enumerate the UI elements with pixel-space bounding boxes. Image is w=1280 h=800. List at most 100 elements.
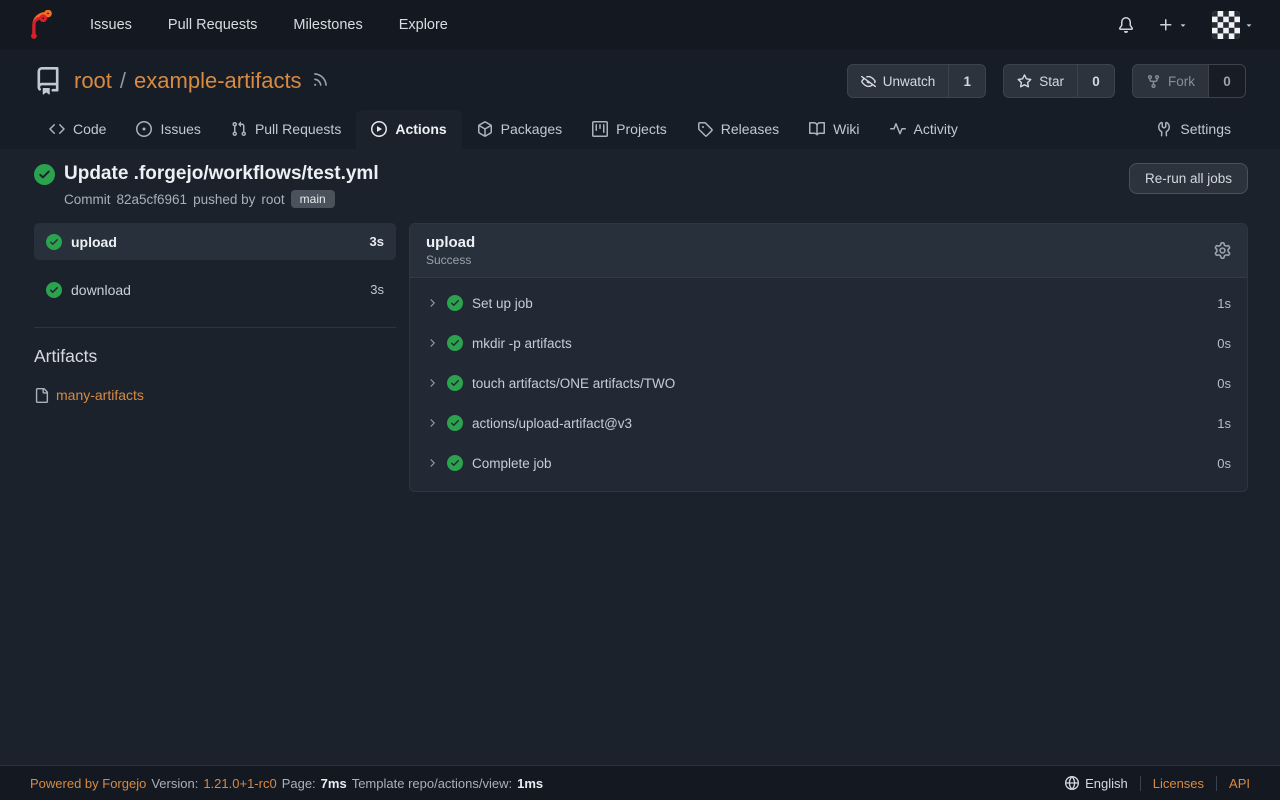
rerun-all-jobs-button[interactable]: Re-run all jobs [1129,163,1248,194]
success-check-icon [447,455,463,471]
project-icon [592,121,608,137]
step-row[interactable]: mkdir -p artifacts 0s [410,323,1247,363]
pulse-icon [890,121,906,137]
repo-title: root / example-artifacts [74,68,302,94]
nav-item-issues[interactable]: Issues [90,17,132,33]
success-check-icon [447,335,463,351]
tools-icon [1156,121,1172,137]
tab-issues[interactable]: Issues [121,110,215,149]
book-icon [809,121,825,137]
repo-owner-link[interactable]: root [74,68,112,94]
create-menu-button[interactable] [1158,17,1188,33]
top-navbar: Issues Pull Requests Milestones Explore [0,0,1280,50]
tab-code[interactable]: Code [34,110,121,149]
fork-button[interactable]: Fork [1133,65,1208,97]
log-settings-button[interactable] [1214,242,1231,259]
job-duration: 3s [370,234,384,249]
step-row[interactable]: touch artifacts/ONE artifacts/TWO 0s [410,363,1247,403]
forks-count[interactable]: 0 [1208,65,1245,97]
chevron-right-icon [426,297,438,309]
play-circle-icon [371,121,387,137]
chevron-right-icon [426,377,438,389]
tab-wiki[interactable]: Wiki [794,110,874,149]
job-detail-header: upload Success [410,224,1247,278]
repo-header: root / example-artifacts Unwatch 1 Star [0,50,1280,149]
success-check-icon [34,164,55,185]
language-menu[interactable]: English [1053,776,1140,791]
tab-releases[interactable]: Releases [682,110,794,149]
commit-sha-link[interactable]: 82a5cf6961 [117,192,188,207]
nav-links: Issues Pull Requests Milestones Explore [90,17,448,33]
issue-opened-icon [136,121,152,137]
stars-count[interactable]: 0 [1077,65,1114,97]
success-check-icon [46,282,62,298]
step-row[interactable]: Set up job 1s [410,283,1247,323]
watch-button-group: Unwatch 1 [847,64,987,98]
api-link[interactable]: API [1216,776,1250,791]
job-duration: 3s [370,282,384,297]
package-icon [477,121,493,137]
step-duration: 0s [1217,376,1231,391]
tab-settings[interactable]: Settings [1141,110,1246,149]
chevron-down-icon [1178,20,1188,30]
eye-slash-icon [861,74,876,89]
tab-activity[interactable]: Activity [875,110,973,149]
repo-name-link[interactable]: example-artifacts [134,68,302,94]
star-button[interactable]: Star [1004,65,1077,97]
artifact-item: many-artifacts [34,387,396,403]
user-menu-button[interactable] [1212,11,1254,39]
step-duration: 0s [1217,336,1231,351]
success-check-icon [447,375,463,391]
tab-packages[interactable]: Packages [462,110,577,149]
nav-item-explore[interactable]: Explore [399,17,448,33]
run-header: Update .forgejo/workflows/test.yml Commi… [34,163,1248,208]
artifact-download-link[interactable]: many-artifacts [56,387,144,403]
tab-pull-requests[interactable]: Pull Requests [216,110,356,149]
fork-button-group: Fork 0 [1132,64,1246,98]
git-pull-request-icon [231,121,247,137]
sidebar-divider [34,327,396,328]
file-icon [34,388,49,403]
forgejo-actions-page: Issues Pull Requests Milestones Explore … [0,0,1280,800]
branch-badge[interactable]: main [291,190,335,208]
bell-icon [1118,17,1134,33]
repo-title-row: root / example-artifacts Unwatch 1 Star [34,64,1246,98]
gear-icon [1214,242,1231,259]
chevron-down-icon [1244,20,1254,30]
licenses-link[interactable]: Licenses [1140,776,1216,791]
step-row[interactable]: actions/upload-artifact@v3 1s [410,403,1247,443]
success-check-icon [447,415,463,431]
author-link[interactable]: root [261,192,284,207]
step-duration: 1s [1217,296,1231,311]
step-row[interactable]: Complete job 0s [410,443,1247,483]
repo-separator: / [120,68,126,94]
job-item-download[interactable]: download 3s [34,271,396,308]
nav-item-pull-requests[interactable]: Pull Requests [168,17,257,33]
unwatch-button[interactable]: Unwatch [848,65,949,97]
chevron-right-icon [426,457,438,469]
job-detail-panel: upload Success Set up job 1s [409,223,1248,492]
tab-projects[interactable]: Projects [577,110,682,149]
plus-icon [1158,17,1174,33]
job-status: Success [426,253,475,267]
template-render-time: 1ms [517,776,543,791]
rss-feed-button[interactable] [302,71,329,91]
watchers-count[interactable]: 1 [948,65,985,97]
page-footer: Powered by Forgejo Version: 1.21.0+1-rc0… [0,765,1280,800]
version-link[interactable]: 1.21.0+1-rc0 [203,776,276,791]
steps-list: Set up job 1s mkdir -p artifacts 0s touc… [410,278,1247,491]
notifications-button[interactable] [1118,17,1134,33]
repo-tabs: Code Issues Pull Requests Actions Packag… [34,110,1246,149]
tab-actions[interactable]: Actions [356,110,461,149]
forgejo-logo[interactable] [26,10,56,40]
step-duration: 1s [1217,416,1231,431]
powered-by-forgejo-link[interactable]: Powered by Forgejo [30,776,146,791]
run-commit-info: Commit 82a5cf6961 pushed by root main [64,190,379,208]
repo-icon [34,67,62,95]
forgejo-logo-icon [26,10,56,40]
rss-icon [312,71,329,88]
footer-info: Powered by Forgejo Version: 1.21.0+1-rc0… [30,776,543,791]
nav-item-milestones[interactable]: Milestones [293,17,362,33]
navbar-right [1118,11,1254,39]
job-item-upload[interactable]: upload 3s [34,223,396,260]
